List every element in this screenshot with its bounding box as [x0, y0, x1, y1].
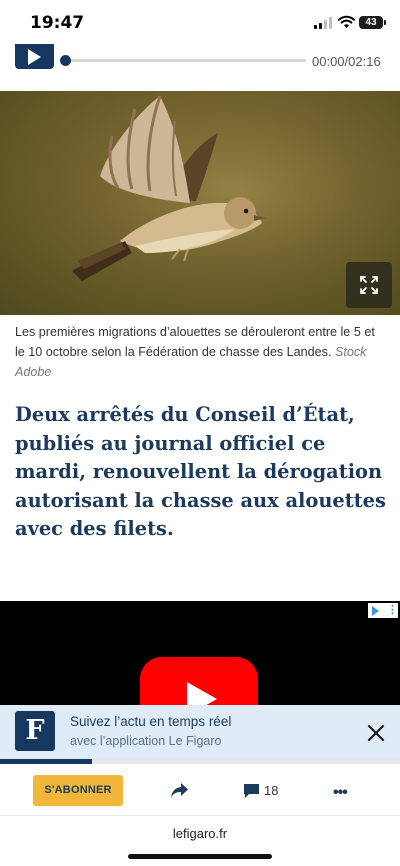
banner-title: Suivez l’actu en temps réel	[70, 714, 232, 729]
more-icon[interactable]: •••	[333, 784, 348, 802]
play-button[interactable]	[15, 44, 54, 69]
comment-count[interactable]: 18	[264, 783, 278, 798]
wifi-icon	[338, 15, 355, 28]
battery-icon: 43	[359, 16, 383, 29]
signal-icon	[314, 17, 332, 29]
browser-url-bar[interactable]: lefigaro.fr	[0, 816, 400, 866]
ad-choices-icon	[372, 606, 379, 616]
caption-text: Les premières migrations d’alouettes se …	[15, 325, 375, 359]
lark-illustration	[0, 91, 400, 315]
video-ad[interactable]: ⋮	[0, 601, 400, 711]
subscribe-button[interactable]: S'ABONNER	[33, 775, 123, 806]
share-icon[interactable]	[170, 782, 189, 799]
url-text[interactable]: lefigaro.fr	[0, 826, 400, 841]
youtube-play-icon[interactable]	[140, 657, 258, 711]
hero-image[interactable]	[0, 91, 400, 315]
audio-progress-knob[interactable]	[60, 55, 71, 66]
close-icon[interactable]	[362, 719, 390, 747]
ad-menu-dots: ⋮	[387, 604, 398, 616]
home-indicator[interactable]	[128, 854, 272, 859]
play-icon	[28, 49, 41, 65]
comment-icon[interactable]	[243, 783, 260, 799]
status-time: 19:47	[30, 13, 85, 33]
audio-progress-track[interactable]	[64, 59, 306, 62]
image-caption: Les premières migrations d’alouettes se …	[15, 322, 387, 382]
ad-choices-badge[interactable]: ⋮	[368, 603, 398, 618]
app-promo-banner[interactable]: F Suivez l’actu en temps réel avec l’app…	[0, 705, 400, 759]
status-bar: 19:47 43	[0, 0, 400, 44]
article-toolbar: S'ABONNER 18 •••	[0, 764, 400, 816]
expand-image-button[interactable]	[346, 262, 392, 308]
article-lead: Deux arrêtés du Conseil d’État, publiés …	[15, 403, 386, 540]
banner-subtitle: avec l’application Le Figaro	[70, 734, 222, 748]
audio-time-readout: 00:00/02:16	[312, 54, 381, 69]
audio-player: 00:00/02:16	[0, 44, 400, 84]
figaro-app-icon: F	[15, 711, 55, 751]
battery-tip	[384, 20, 386, 25]
